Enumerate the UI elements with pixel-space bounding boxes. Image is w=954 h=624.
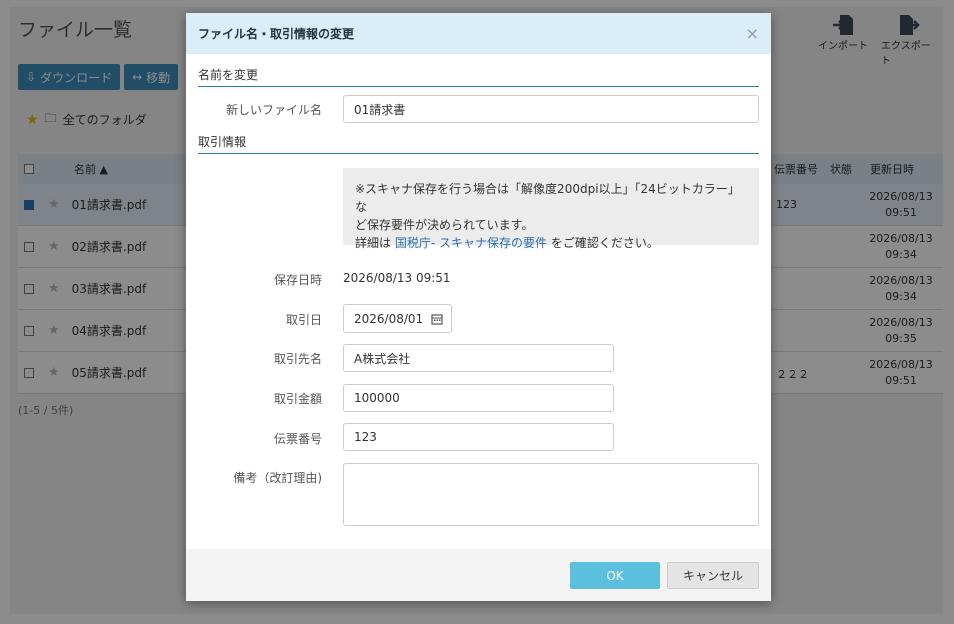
close-icon[interactable]: × xyxy=(746,24,759,43)
remarks-textarea[interactable] xyxy=(343,463,759,526)
counterparty-input[interactable]: A株式会社 xyxy=(343,344,614,372)
saved-at-label: 保存日時 xyxy=(273,273,322,287)
cancel-button[interactable]: キャンセル xyxy=(667,562,759,589)
dialog-title: ファイル名・取引情報の変更 xyxy=(198,27,355,41)
saved-at-value: 2026/08/13 09:51 xyxy=(343,271,451,285)
nta-requirements-link[interactable]: 国税庁- スキャナ保存の要件 xyxy=(395,236,547,250)
slip-number-label: 伝票番号 xyxy=(273,432,322,446)
amount-input[interactable]: 100000 xyxy=(343,384,614,412)
remarks-label: 備考（改訂理由) xyxy=(233,471,322,485)
dialog-footer: OK キャンセル xyxy=(186,549,771,601)
section-rename-heading: 名前を変更 xyxy=(198,66,759,87)
scanner-notice: ※スキャナ保存を行う場合は「解像度200dpi以上」「24ビットカラー」な ど保… xyxy=(343,168,759,250)
ok-button[interactable]: OK xyxy=(570,562,660,589)
transaction-date-label: 取引日 xyxy=(285,313,322,327)
section-transaction-heading: 取引情報 xyxy=(198,133,759,154)
slip-number-input[interactable]: 123 xyxy=(343,423,614,451)
transaction-date-input[interactable]: 2026/08/01 xyxy=(343,304,423,333)
edit-file-dialog: ファイル名・取引情報の変更 × 名前を変更 新しいファイル名 01請求書 取引情… xyxy=(186,13,771,601)
counterparty-label: 取引先名 xyxy=(273,352,322,366)
dialog-header: ファイル名・取引情報の変更 × xyxy=(186,13,771,54)
new-file-name-input[interactable]: 01請求書 xyxy=(343,95,759,123)
calendar-icon[interactable] xyxy=(422,304,452,333)
new-file-name-label: 新しいファイル名 xyxy=(225,103,322,117)
amount-label: 取引金額 xyxy=(273,392,322,406)
